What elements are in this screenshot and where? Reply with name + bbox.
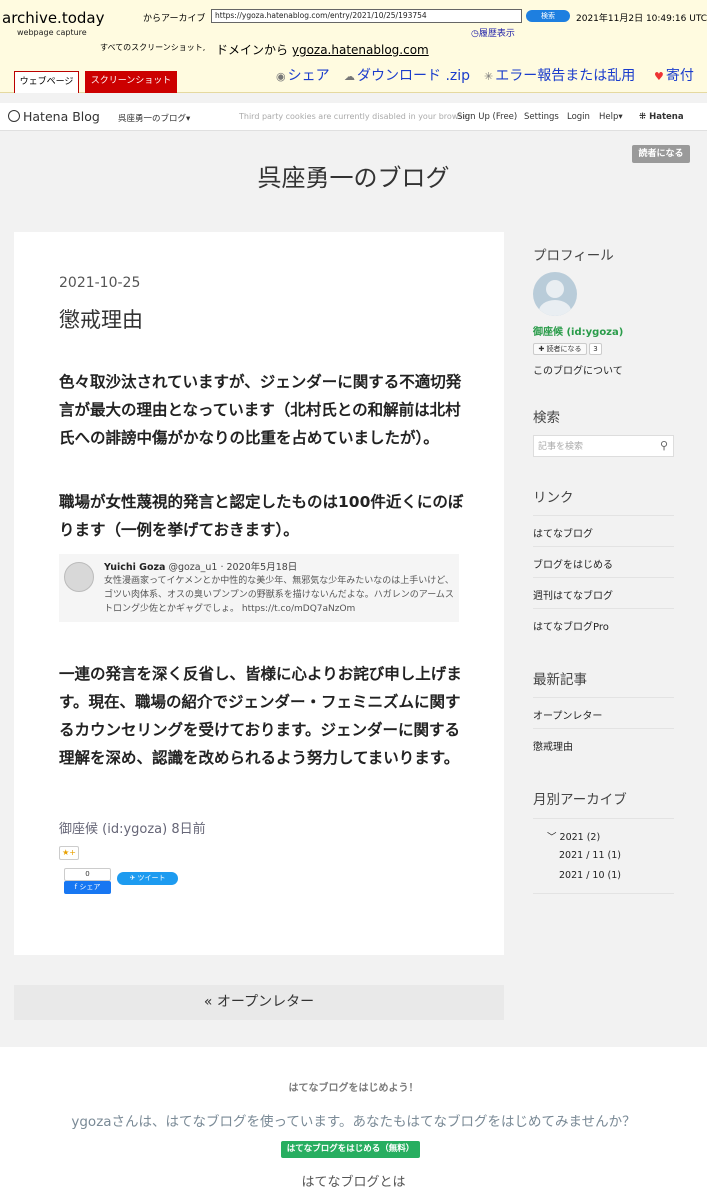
archive-heading: 月別アーカイブ <box>533 792 627 808</box>
share-icon: ◉ <box>276 70 286 83</box>
tweet-header: Yuichi Goza @goza_u1 · 2020年5月18日 <box>104 559 297 573</box>
add-star-button[interactable]: ★+ <box>59 846 79 860</box>
avatar[interactable] <box>533 272 577 316</box>
post-paragraph: 色々取沙汰されていますが、ジェンダーに関する不適切発言が最大の理由となっています… <box>59 373 462 447</box>
recent-post-link[interactable]: オープンレター <box>533 697 674 728</box>
clock-icon: ◷ <box>471 29 479 39</box>
domain-prefix: ドメインから <box>216 43 289 57</box>
hatena-dots-icon: ⁜ <box>639 112 650 122</box>
help-menu[interactable]: Help▾ <box>599 112 623 122</box>
archive-header: archive.today webpage capture からアーカイブ ht… <box>0 0 707 93</box>
about-blog-link[interactable]: このブログについて <box>533 362 623 377</box>
tweet-avatar <box>64 562 94 592</box>
hatena-link[interactable]: ⁜ Hatena <box>639 112 684 122</box>
search-box: ⚲ <box>533 435 674 457</box>
about-hatena-link[interactable]: はてなブログとは <box>0 1171 707 1190</box>
profile-heading: プロフィール <box>533 248 614 264</box>
avatar-head <box>546 280 564 298</box>
start-blog-button[interactable]: はてなブログをはじめる（無料） <box>281 1141 420 1158</box>
login-link[interactable]: Login <box>567 112 590 122</box>
search-heading: 検索 <box>533 410 560 426</box>
history-link[interactable]: ◷履歴表示 <box>471 26 515 39</box>
post-title[interactable]: 懲戒理由 <box>59 304 143 334</box>
hatena-label: Hatena <box>649 112 684 122</box>
sidebar-link[interactable]: ブログをはじめる <box>533 546 674 577</box>
signup-link[interactable]: Sign Up (Free) <box>457 112 517 122</box>
report-label: エラー報告または乱用 <box>495 68 636 84</box>
bug-icon: ✳ <box>484 70 494 83</box>
sidebar-link[interactable]: 週刊はてなブログ <box>533 577 674 608</box>
archive-month-link[interactable]: 2021 / 11 (1) <box>559 850 621 861</box>
facebook-share-button[interactable]: f シェア <box>64 881 111 894</box>
facebook-share-count: 0 <box>64 868 111 881</box>
archive-datetime: 2021年11月2日 10:49:16 UTC <box>576 14 707 24</box>
archive-from-label: からアーカイブ <box>143 14 206 24</box>
search-input[interactable] <box>534 436 654 456</box>
post-author-line[interactable]: 御座候 (id:ygoza) 8日前 <box>59 818 206 837</box>
sidebar-link[interactable]: はてなブログ <box>533 515 674 546</box>
footer-heading: はてなブログをはじめよう！ <box>288 1083 419 1094</box>
hatena-logo-icon <box>8 110 20 122</box>
tweet-button[interactable]: ✈ ツイート <box>117 872 178 885</box>
search-icon[interactable]: ⚲ <box>660 439 668 452</box>
report-link[interactable]: ✳ エラー報告または乱用 <box>484 65 635 85</box>
hatena-blog-logo-text: Hatena Blog <box>23 109 100 124</box>
blog-menu[interactable]: 呉座勇一のブログ▾ <box>118 112 190 124</box>
settings-link[interactable]: Settings <box>524 112 559 122</box>
share-label: シェア <box>287 68 330 84</box>
history-label: 履歴表示 <box>478 29 515 39</box>
archive-bottom-divider <box>533 893 674 894</box>
article: 2021-10-25 懲戒理由 色々取沙汰されていますが、ジェンダーに関する不適… <box>14 232 504 955</box>
sidebar-subscribe-button[interactable]: ✚ 読者になる <box>533 343 587 355</box>
prev-post-link[interactable]: « オープンレター <box>14 985 504 1020</box>
archive-year-toggle[interactable]: ﹀ 2021 (2) <box>547 829 600 843</box>
tab-webpage[interactable]: ウェブページ <box>14 71 79 93</box>
donate-link[interactable]: ♥ 寄付 <box>654 65 694 85</box>
archive-subtitle: webpage capture <box>17 28 87 37</box>
hatena-navbar: Hatena Blog 呉座勇一のブログ▾ Third party cookie… <box>0 103 707 131</box>
archive-month-link[interactable]: 2021 / 10 (1) <box>559 870 621 881</box>
cookie-notice: Third party cookies are currently disabl… <box>239 112 471 121</box>
heart-icon: ♥ <box>654 70 664 83</box>
tweet-author: Yuichi Goza <box>104 562 166 573</box>
embedded-tweet-image: Yuichi Goza @goza_u1 · 2020年5月18日 女性漫画家っ… <box>59 554 459 622</box>
post-date[interactable]: 2021-10-25 <box>59 275 140 291</box>
cloud-download-icon: ☁ <box>344 70 355 83</box>
tweet-button-label: ツイート <box>137 874 166 882</box>
links-heading: リンク <box>533 490 574 506</box>
archive-url-input[interactable]: https://ygoza.hatenablog.com/entry/2021/… <box>211 9 522 23</box>
share-link[interactable]: ◉ シェア <box>276 65 330 85</box>
archive-divider <box>533 818 674 819</box>
download-link[interactable]: ☁ ダウンロード .zip <box>344 65 470 85</box>
footer: はてなブログをはじめよう！ ygozaさんは、はてなブログを使っています。あなた… <box>0 1047 707 1200</box>
recent-heading: 最新記事 <box>533 672 587 688</box>
tweet-handle: @goza_u1 · 2020年5月18日 <box>168 562 298 573</box>
download-label: ダウンロード .zip <box>357 68 471 84</box>
tweet-text: 女性漫画家ってイケメンとか中性的な美少年、無邪気な少年みたいなのは上手いけど、ゴ… <box>104 576 454 614</box>
domain-line: ドメインから ygoza.hatenablog.com <box>216 41 429 58</box>
donate-label: 寄付 <box>665 68 694 84</box>
footer-message: ygozaさんは、はてなブログを使っています。あなたもはてなブログをはじめてみま… <box>71 1114 636 1130</box>
domain-link[interactable]: ygoza.hatenablog.com <box>292 43 429 57</box>
archive-search-button[interactable]: 検索 <box>526 10 570 22</box>
tab-screenshot[interactable]: スクリーンショット <box>85 71 177 93</box>
twitter-bird-icon: ✈ <box>129 874 138 882</box>
avatar-body <box>539 300 571 316</box>
recent-post-link[interactable]: 懲戒理由 <box>533 728 674 759</box>
archive-logo[interactable]: archive.today <box>2 9 104 27</box>
blog-title[interactable]: 呉座勇一のブログ <box>0 158 707 193</box>
post-paragraph: 職場が女性蔑視的発言と認定したものは100件近くにのぼります（一例を挙げておきま… <box>59 493 464 539</box>
subscriber-count: 3 <box>589 343 602 355</box>
post-paragraph: 一連の発言を深く反省し、皆様に心よりお詫び申し上げます。現在、職場の紹介でジェン… <box>59 665 462 767</box>
sidebar-link[interactable]: はてなブログPro <box>533 608 674 639</box>
all-screenshots-label: すべてのスクリーンショット, <box>100 43 206 52</box>
hatena-blog-logo[interactable]: Hatena Blog <box>8 109 100 124</box>
profile-name[interactable]: 御座候 (id:ygoza) <box>533 323 623 338</box>
